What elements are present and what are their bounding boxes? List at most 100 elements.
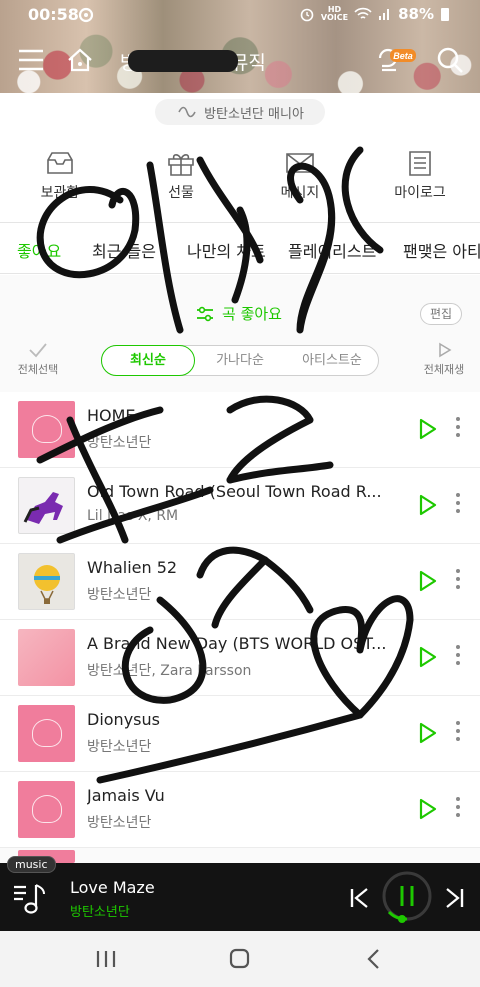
quick-label: 보관함	[40, 185, 80, 201]
song-row[interactable]: Old Town Road (Seoul Town Road R... Lil …	[0, 468, 480, 544]
beta-badge: Beta	[393, 51, 413, 61]
gift-icon	[168, 154, 194, 176]
more-options-icon[interactable]	[455, 493, 461, 517]
more-options-icon[interactable]	[455, 797, 461, 821]
play-icon[interactable]	[418, 722, 438, 744]
app-notification-icon	[78, 7, 94, 23]
more-options-icon[interactable]	[455, 645, 461, 669]
song-artist: Lil Nas X, RM	[87, 508, 179, 524]
alarm-icon	[300, 8, 314, 22]
back-icon[interactable]	[364, 948, 382, 970]
album-art	[18, 401, 75, 458]
pause-button[interactable]	[380, 869, 436, 927]
more-options-icon[interactable]	[455, 417, 461, 441]
sort-options: 최신순 가나다순 아티스트순	[101, 345, 379, 376]
menu-icon[interactable]	[17, 48, 45, 72]
song-artist: 방탄소년단, Zara Larsson	[87, 663, 252, 679]
check-icon	[29, 343, 47, 358]
log-icon	[409, 151, 431, 176]
song-row[interactable]: Whalien 52 방탄소년단	[0, 544, 480, 620]
signal-icon	[379, 9, 390, 20]
system-nav-bar	[0, 931, 480, 987]
play-icon[interactable]	[418, 418, 438, 440]
tab-fan-artist[interactable]: 팬맺은 아티	[403, 238, 480, 262]
balloon-art-icon	[34, 565, 60, 604]
quick-mylog[interactable]: 마이로그	[380, 150, 460, 202]
mail-icon	[286, 153, 314, 173]
album-art	[18, 553, 75, 610]
more-options-icon[interactable]	[455, 721, 461, 745]
song-artist: 방탄소년단	[87, 739, 152, 755]
sort-latest[interactable]: 최신순	[101, 345, 195, 376]
play-icon[interactable]	[418, 646, 438, 668]
edit-button[interactable]: 편집	[420, 303, 462, 325]
quick-message[interactable]: 메시지	[260, 150, 340, 202]
song-row[interactable]: HOME 방탄소년단	[0, 392, 480, 468]
filter-label: 곡 좋아요	[222, 305, 282, 323]
song-filter[interactable]: 곡 좋아요	[196, 303, 282, 324]
song-title: Old Town Road (Seoul Town Road R...	[87, 482, 382, 501]
status-bar: 00:58 HD VOICE 88%	[0, 0, 480, 30]
select-all-button[interactable]: 전체선택	[11, 342, 65, 377]
album-art	[18, 629, 75, 686]
select-all-label: 전체선택	[17, 363, 59, 376]
mini-player[interactable]: Love Maze 방탄소년단	[0, 863, 480, 931]
play-icon[interactable]	[418, 798, 438, 820]
song-row[interactable]: Dionysus 방탄소년단	[0, 696, 480, 772]
redaction-mark	[128, 50, 238, 72]
music-badge: music	[7, 856, 56, 873]
tab-recent[interactable]: 최근 들은	[92, 238, 156, 262]
song-artist: 방탄소년단	[87, 587, 152, 603]
tab-playlist[interactable]: 플레이리스트	[288, 238, 376, 262]
tab-likes[interactable]: 좋아요	[17, 238, 61, 262]
search-icon[interactable]	[436, 46, 464, 74]
song-title: Whalien 52	[87, 558, 178, 577]
home-icon[interactable]	[66, 46, 94, 74]
more-options-icon[interactable]	[455, 569, 461, 593]
status-right: HD VOICE 88%	[299, 5, 450, 23]
previous-track-icon[interactable]	[348, 887, 370, 909]
play-outline-icon	[439, 342, 452, 358]
mania-label: 방탄소년단 매니아	[204, 106, 304, 122]
mania-badge[interactable]: 방탄소년단 매니아	[155, 99, 325, 125]
horse-art-icon	[23, 492, 63, 524]
song-artist: 방탄소년단	[87, 435, 152, 451]
song-row[interactable]: A Brand New Day (BTS WORLD OST... 방탄소년단,…	[0, 620, 480, 696]
tray-icon	[47, 152, 73, 174]
now-playing-title: Love Maze	[70, 878, 155, 897]
infinity-icon	[178, 106, 196, 118]
play-all-label: 전체재생	[423, 363, 465, 376]
album-art	[18, 781, 75, 838]
home-nav-icon[interactable]	[228, 948, 252, 970]
quick-label: 마이로그	[394, 185, 446, 201]
wifi-icon	[354, 7, 372, 19]
battery-icon	[441, 8, 449, 21]
status-time: 00:58	[28, 5, 79, 24]
filter-icon	[197, 306, 213, 321]
sort-artist[interactable]: 아티스트순	[286, 346, 378, 375]
quick-label: 메시지	[280, 185, 320, 201]
play-all-button[interactable]: 전체재생	[417, 342, 471, 377]
song-title: Jamais Vu	[87, 786, 165, 805]
song-artist: 방탄소년단	[87, 815, 152, 831]
next-track-icon[interactable]	[444, 887, 466, 909]
battery-text: 88%	[398, 5, 434, 23]
quick-label: 선물	[168, 185, 194, 201]
song-title: Dionysus	[87, 710, 160, 729]
sort-alphabetical[interactable]: 가나다순	[194, 346, 286, 375]
playlist-music-icon[interactable]	[12, 881, 48, 915]
play-icon[interactable]	[418, 570, 438, 592]
song-title: A Brand New Day (BTS WORLD OST...	[87, 634, 387, 653]
hd-voice-badge: HD VOICE	[320, 5, 349, 22]
play-icon[interactable]	[418, 494, 438, 516]
album-art	[18, 477, 75, 534]
beta-feature-icon[interactable]: Beta	[376, 46, 416, 76]
song-title: HOME	[87, 406, 136, 425]
now-playing-artist: 방탄소년단	[70, 905, 130, 920]
tab-my-chart[interactable]: 나만의 차트	[187, 238, 266, 262]
album-art	[18, 705, 75, 762]
quick-gift[interactable]: 선물	[141, 150, 221, 202]
quick-storage[interactable]: 보관함	[20, 150, 100, 202]
recent-apps-icon[interactable]	[95, 949, 117, 969]
song-row[interactable]: Jamais Vu 방탄소년단	[0, 772, 480, 848]
